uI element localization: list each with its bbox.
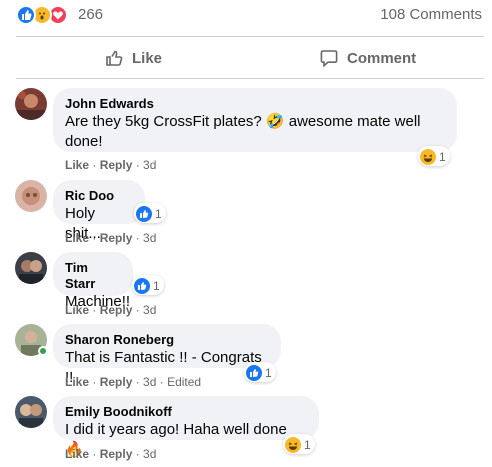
thumbs-up-icon xyxy=(106,50,123,66)
like-icon xyxy=(16,5,36,25)
comment-like-link[interactable]: Like xyxy=(65,447,89,461)
comment-like-link[interactable]: Like xyxy=(65,303,89,317)
comment-reaction-chip[interactable]: 1 xyxy=(244,362,276,382)
comment-bubble: John Edwards Are they 5kg CrossFit plate… xyxy=(53,88,457,152)
comment-time[interactable]: 3d xyxy=(143,447,156,461)
like-icon xyxy=(246,365,262,381)
comment-author[interactable]: John Edwards xyxy=(65,96,445,112)
comment-author[interactable]: Sharon Roneberg xyxy=(65,332,269,348)
comments-count[interactable]: 108 Comments xyxy=(380,6,482,23)
reaction-count: 1 xyxy=(153,279,160,293)
comment-like-link[interactable]: Like xyxy=(65,375,89,389)
comment-meta: Like · Reply · 3d xyxy=(65,231,157,245)
avatar[interactable] xyxy=(15,180,47,212)
comment-meta: Like · Reply · 3d xyxy=(65,303,157,317)
comment-author[interactable]: Tim Starr xyxy=(65,260,121,292)
comment-meta: Like · Reply · 3d · Edited xyxy=(65,375,202,389)
reaction-count: 1 xyxy=(304,438,311,452)
like-label: Like xyxy=(132,49,163,67)
post-stats-bar: 266 108 Comments xyxy=(0,0,492,32)
divider xyxy=(16,78,484,79)
avatar[interactable] xyxy=(15,396,47,428)
comment-text: Are they 5kg CrossFit plates? 🤣 awesome … xyxy=(65,113,421,150)
comment-author[interactable]: Ric Doo xyxy=(65,188,133,204)
online-status-indicator xyxy=(38,346,48,356)
comment-reply-link[interactable]: Reply xyxy=(100,231,133,245)
like-button[interactable]: Like xyxy=(104,44,162,72)
like-icon xyxy=(134,278,150,294)
comment-reply-link[interactable]: Reply xyxy=(100,303,133,317)
reaction-count: 1 xyxy=(265,366,272,380)
comment-reply-link[interactable]: Reply xyxy=(100,375,133,389)
comment-meta: Like · Reply · 3d xyxy=(65,158,157,172)
comment-time[interactable]: 3d xyxy=(143,375,156,389)
divider xyxy=(16,36,484,37)
comment-reaction-chip[interactable]: 1 xyxy=(283,434,315,454)
comment-meta: Like · Reply · 3d xyxy=(65,447,157,461)
comment-time[interactable]: 3d xyxy=(143,303,156,317)
comment-bubble: Ric Doo Holy shit... xyxy=(53,180,145,242)
comment-bubble: Sharon Roneberg That is Fantastic !! - C… xyxy=(53,324,281,386)
comment-icon xyxy=(320,50,338,68)
comment-button[interactable]: Comment xyxy=(319,44,416,72)
comment-reaction-chip[interactable]: 1 xyxy=(132,275,164,295)
comment-reply-link[interactable]: Reply xyxy=(100,158,133,172)
comment-like-link[interactable]: Like xyxy=(65,231,89,245)
reaction-count: 1 xyxy=(155,207,162,221)
comment-author[interactable]: Emily Boodnikoff xyxy=(65,404,307,420)
comment-reaction-chip[interactable]: 1 xyxy=(418,146,450,166)
haha-icon xyxy=(285,437,301,453)
comment-label: Comment xyxy=(347,49,417,67)
comment-edited-label[interactable]: Edited xyxy=(167,375,201,389)
reaction-count: 1 xyxy=(439,150,446,164)
avatar[interactable] xyxy=(15,88,47,120)
comment-time[interactable]: 3d xyxy=(143,231,156,245)
reaction-summary[interactable] xyxy=(16,5,76,25)
haha-icon xyxy=(420,149,436,165)
reaction-count[interactable]: 266 xyxy=(78,6,103,23)
avatar[interactable] xyxy=(15,252,47,284)
comment-bubble: Emily Boodnikoff I did it years ago! Hah… xyxy=(53,396,319,458)
comment-like-link[interactable]: Like xyxy=(65,158,89,172)
comment-time[interactable]: 3d xyxy=(143,158,156,172)
comment-reply-link[interactable]: Reply xyxy=(100,447,133,461)
comment-bubble: Tim Starr Machine!! xyxy=(53,252,133,310)
comment-reaction-chip[interactable]: 1 xyxy=(134,203,166,223)
like-icon xyxy=(136,206,152,222)
